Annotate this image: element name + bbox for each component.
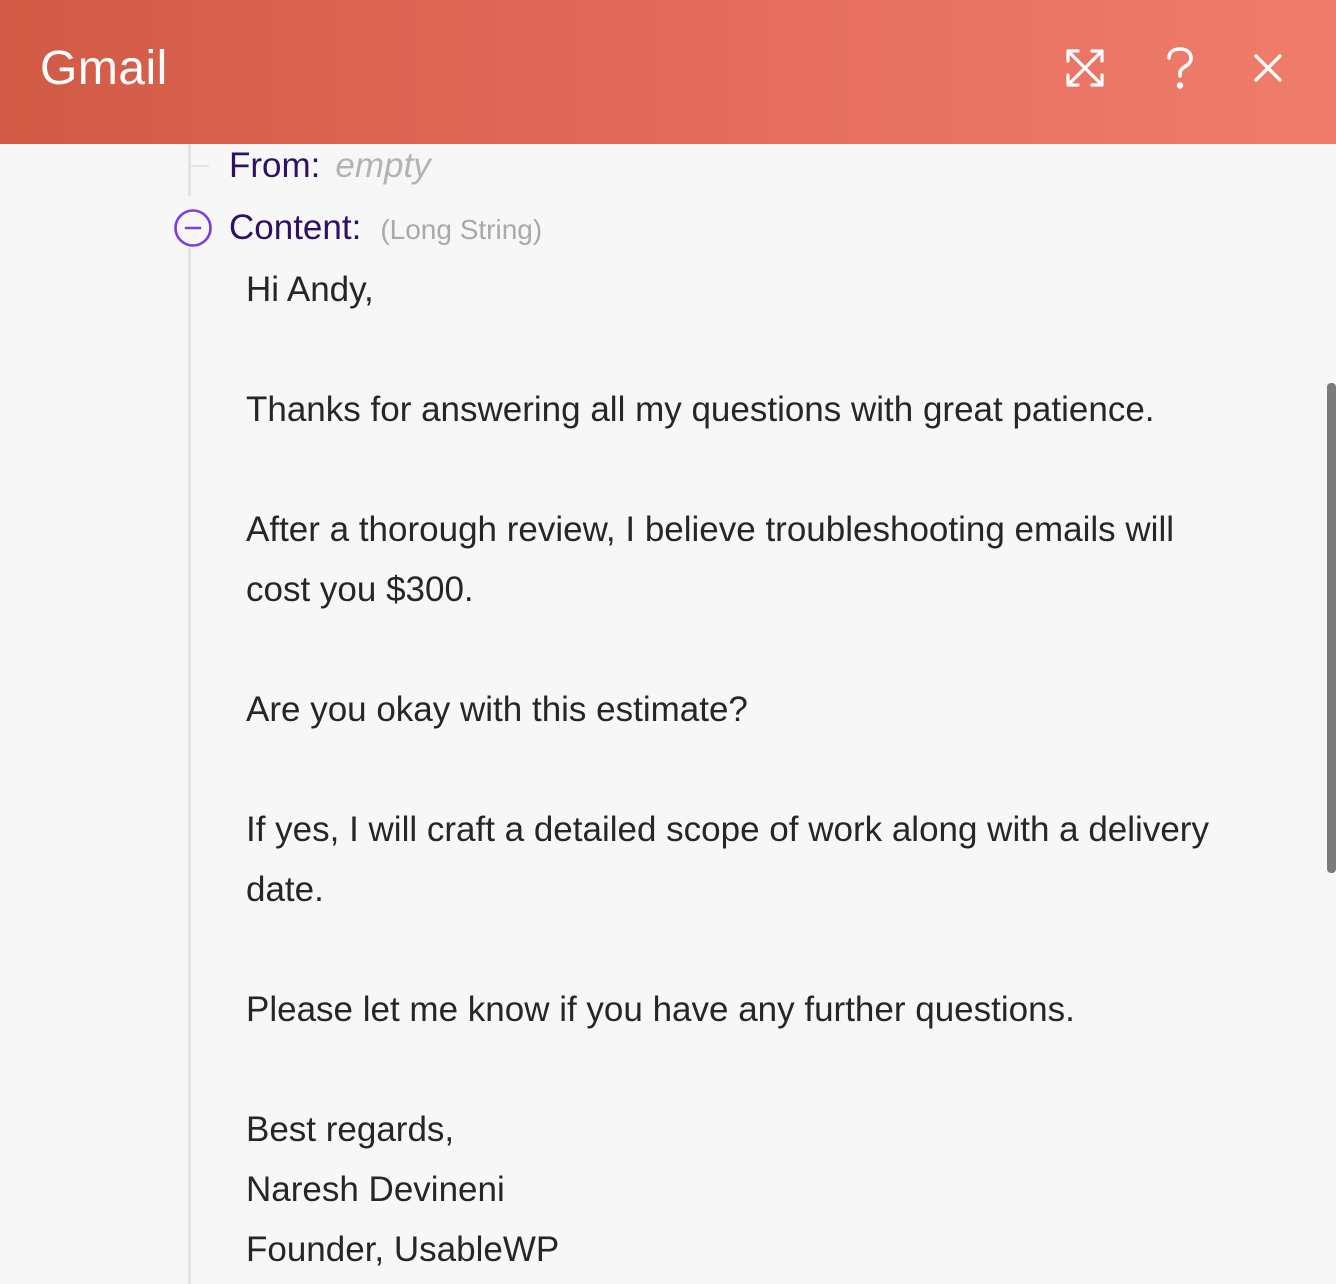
content-field: Content: (Long String)	[229, 206, 542, 252]
tree-branch-tick	[191, 165, 209, 167]
email-line: Are you okay with this estimate?	[246, 690, 748, 729]
content-type: (Long String)	[380, 214, 543, 245]
scrollbar-thumb[interactable]	[1327, 383, 1336, 873]
content-collapse-toggle[interactable]	[173, 208, 213, 248]
email-line: Naresh Devineni	[246, 1170, 505, 1209]
email-line	[246, 320, 1286, 380]
email-body: Hi Andy, Thanks for answering all my que…	[246, 260, 1286, 1280]
minus-circle-icon	[174, 209, 212, 247]
content-label: Content:	[229, 208, 362, 247]
email-line: Please let me know if you have any furth…	[246, 990, 1075, 1029]
email-line: Hi Andy,	[246, 270, 374, 309]
from-label: From:	[229, 146, 321, 185]
modal-header: Gmail	[0, 0, 1336, 144]
question-mark-icon	[1167, 47, 1193, 89]
close-button[interactable]	[1244, 44, 1292, 92]
email-line: Founder, UsableWP	[246, 1230, 560, 1269]
email-line: cost you $300.	[246, 570, 474, 609]
close-x-icon	[1254, 54, 1282, 82]
email-line: date.	[246, 870, 324, 909]
from-value: empty	[335, 146, 431, 185]
email-line	[246, 620, 1286, 680]
email-line	[246, 740, 1286, 800]
tree-connector-line	[188, 144, 191, 196]
app-title: Gmail	[40, 42, 168, 95]
tree-connector-line	[188, 248, 191, 1284]
help-button[interactable]	[1156, 44, 1204, 92]
email-line: If yes, I will craft a detailed scope of…	[246, 810, 1209, 849]
expand-button[interactable]	[1061, 44, 1109, 92]
expand-arrows-icon	[1066, 49, 1104, 87]
email-line	[246, 440, 1286, 500]
email-line: After a thorough review, I believe troub…	[246, 510, 1174, 549]
email-line: Thanks for answering all my questions wi…	[246, 390, 1155, 429]
email-line	[246, 1040, 1286, 1100]
email-line	[246, 920, 1286, 980]
email-line: Best regards,	[246, 1110, 455, 1149]
from-field: From: empty	[229, 144, 431, 190]
